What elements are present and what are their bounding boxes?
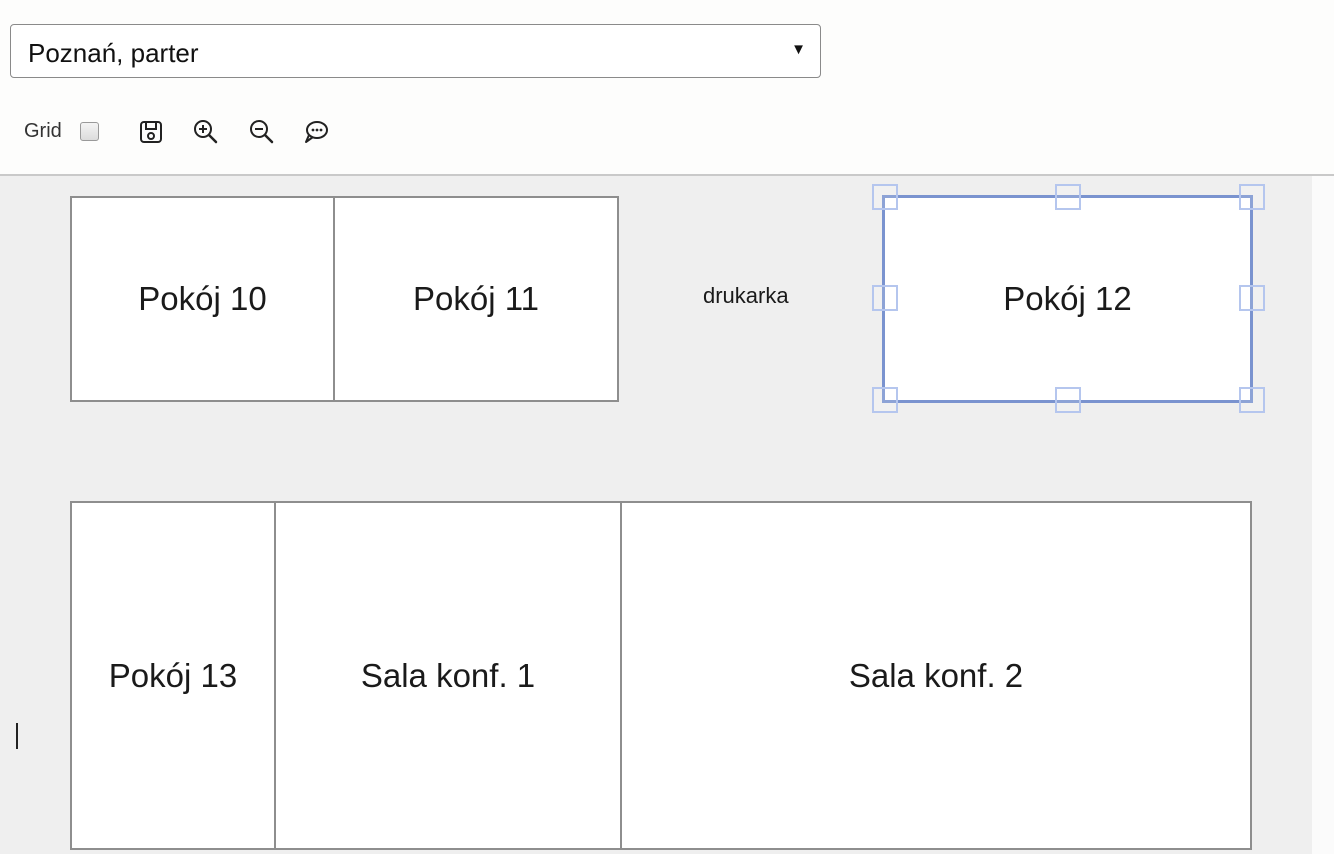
toolbar: Grid xyxy=(0,110,600,154)
canvas-margin xyxy=(1312,176,1334,854)
comment-button[interactable] xyxy=(300,116,332,148)
save-button[interactable] xyxy=(135,116,167,148)
room-sala-konf-2[interactable]: Sala konf. 2 xyxy=(620,501,1252,850)
room-pokoj-11[interactable]: Pokój 11 xyxy=(333,196,619,402)
top-panel: Poznań, parter ▼ Grid xyxy=(0,0,1334,175)
resize-handle-left[interactable] xyxy=(872,285,898,311)
zoom-out-button[interactable] xyxy=(245,116,277,148)
comment-icon xyxy=(305,121,328,143)
floor-select-value: Poznań, parter xyxy=(28,38,199,68)
zoom-in-button[interactable] xyxy=(189,116,221,148)
floor-select[interactable]: Poznań, parter ▼ xyxy=(10,24,821,78)
room-pokoj-13[interactable]: Pokój 13 xyxy=(70,501,276,850)
chevron-down-icon: ▼ xyxy=(791,41,806,58)
printer-label[interactable]: drukarka xyxy=(703,283,789,309)
room-label: Sala konf. 2 xyxy=(848,656,1024,694)
resize-handle-right[interactable] xyxy=(1239,285,1265,311)
room-label: Pokój 13 xyxy=(108,656,238,694)
room-sala-konf-1[interactable]: Sala konf. 1 xyxy=(274,501,622,850)
resize-handle-top-right[interactable] xyxy=(1239,184,1265,210)
grid-label: Grid xyxy=(24,120,62,142)
room-pokoj-10[interactable]: Pokój 10 xyxy=(70,196,335,402)
room-label: Sala konf. 1 xyxy=(360,656,536,694)
room-label: Pokój 10 xyxy=(138,280,267,317)
room-pokoj-12[interactable]: Pokój 12 xyxy=(882,195,1253,403)
room-label: Pokój 11 xyxy=(413,280,539,317)
zoom-out-icon xyxy=(250,120,274,144)
resize-handle-top[interactable] xyxy=(1055,184,1081,210)
resize-handle-bottom-right[interactable] xyxy=(1239,387,1265,413)
resize-handle-top-left[interactable] xyxy=(872,184,898,210)
grid-checkbox[interactable] xyxy=(80,122,99,141)
room-label: Pokój 12 xyxy=(1003,280,1132,317)
text-cursor xyxy=(16,723,18,749)
save-icon xyxy=(140,121,162,143)
zoom-in-icon xyxy=(194,120,218,144)
resize-handle-bottom[interactable] xyxy=(1055,387,1081,413)
resize-handle-bottom-left[interactable] xyxy=(872,387,898,413)
